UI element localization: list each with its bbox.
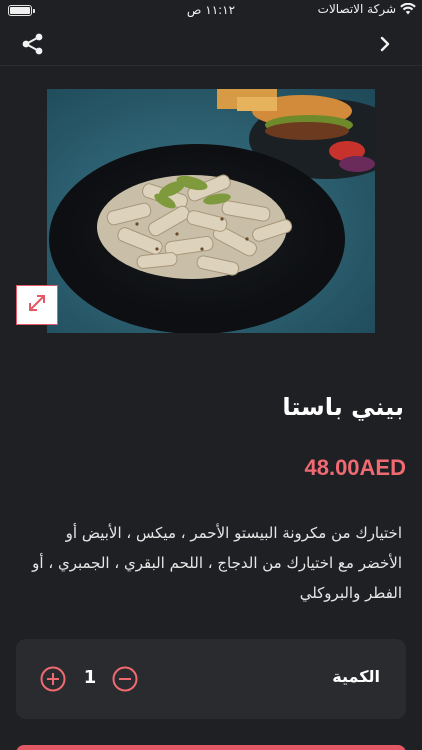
product-price: 48.00AED [304,455,406,480]
product-description: اختيارك من مكرونة البيستو الأحمر ، ميكس … [32,524,402,602]
status-bar: ١١:١٢ ص شركة الاتصالات [0,0,422,22]
add-to-cart-button[interactable] [16,745,406,750]
back-button[interactable] [376,34,396,54]
wifi-icon [400,3,416,15]
product-title: بيني باستا [282,393,404,421]
carrier-name: شركة الاتصالات [317,2,396,16]
chevron-right-icon [376,36,396,58]
expand-icon [26,292,48,318]
share-button[interactable] [20,31,46,57]
minus-circle-icon [112,666,138,696]
quantity-label: الكمية [332,667,380,686]
quantity-card: 1 الكمية [16,639,406,719]
plus-circle-icon [40,666,66,696]
expand-image-button[interactable] [16,285,58,325]
increase-quantity-button[interactable] [40,666,66,692]
decrease-quantity-button[interactable] [112,666,138,692]
product-image[interactable] [47,89,375,333]
nav-bar [0,22,422,66]
quantity-value: 1 [83,667,97,688]
status-right: شركة الاتصالات [318,2,416,16]
share-icon [20,33,46,61]
